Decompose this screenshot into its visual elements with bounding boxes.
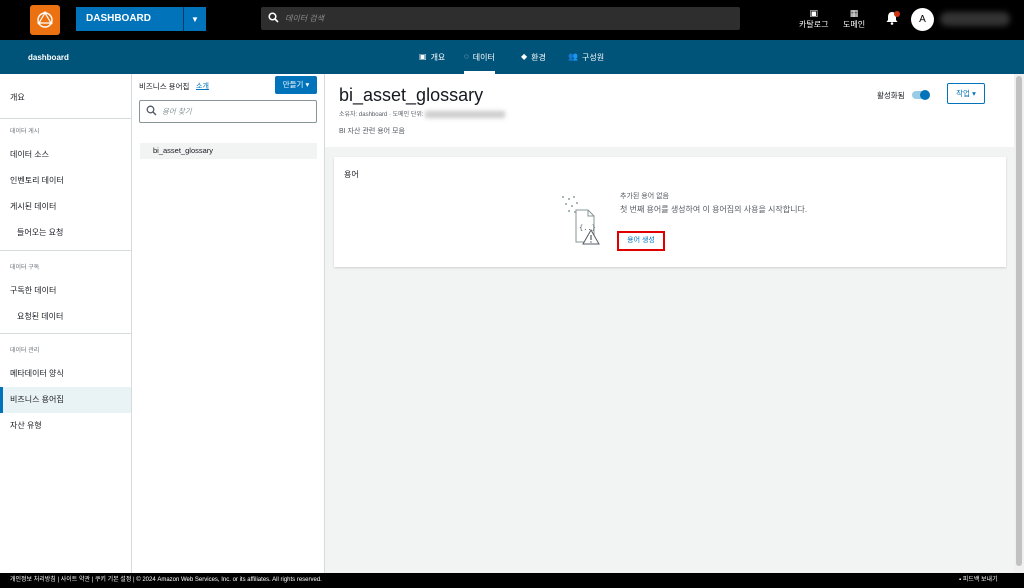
notification-badge (894, 11, 900, 17)
user-avatar[interactable]: A (911, 8, 934, 31)
footer-links[interactable]: 개인정보 처리방침 | 사이트 약관 | 쿠키 기본 설정 | © 2024 A… (10, 573, 322, 588)
catalog-icon: ▣ (809, 8, 818, 18)
catalog-nav[interactable]: ▣ 카탈로그 (799, 8, 828, 30)
sidebar-item-subscribed[interactable]: 구독한 데이터 (0, 278, 131, 304)
tab-overview-label: 개요 (430, 53, 446, 62)
project-name[interactable]: DASHBOARD (76, 7, 183, 31)
app-logo-icon[interactable] (30, 5, 60, 35)
sidebar-section-publish: 데이터 게시 (10, 129, 40, 135)
glossary-panel-title: 비즈니스 용어집 (139, 82, 190, 91)
domain-nav[interactable]: ▦ 도메인 (843, 8, 865, 30)
create-glossary-button[interactable]: 만들기 ▾ (275, 76, 317, 94)
glossary-list-panel: 비즈니스 용어집 소개 만들기 ▾ bi_asset_glossary (132, 74, 325, 573)
owner-label: 소유자: (339, 112, 358, 118)
page-footer: 개인정보 처리방침 | 사이트 약관 | 쿠키 기본 설정 | © 2024 A… (0, 573, 1024, 588)
domain-unit-redacted (425, 110, 506, 118)
enabled-toggle[interactable] (912, 90, 930, 100)
sidebar-section-manage: 데이터 관리 (10, 348, 40, 354)
caret-down-icon: ▾ (305, 80, 310, 89)
project-selector[interactable]: DASHBOARD ▼ (76, 7, 206, 31)
project-subnav: dashboard ▣ 개요 ◌ 데이터 ◆ 환경 👥 구성원 (0, 40, 1024, 74)
glossary-list-item[interactable]: bi_asset_glossary (140, 143, 317, 159)
glossary-owner: 소유자: dashboard · 도메인 단위: (339, 109, 506, 118)
sidebar-section-subscribe: 데이터 구독 (10, 265, 40, 271)
page-title: bi_asset_glossary (339, 85, 484, 105)
terms-card-title: 용어 (344, 170, 359, 179)
page-scrollbar[interactable] (1014, 74, 1024, 573)
sidebar-divider (0, 333, 131, 334)
feedback-link[interactable]: ▪ 피드백 보내기 (959, 573, 998, 588)
tab-members-label: 구성원 (581, 53, 605, 62)
domain-label: 도메인 (843, 20, 866, 29)
empty-state-description: 첫 번째 용어를 생성하여 이 용어집의 사용을 시작합니다. (620, 205, 808, 214)
glossary-intro-link[interactable]: 소개 (196, 81, 209, 91)
layers-icon: ◆ (521, 52, 528, 61)
refresh-icon: ◌ (464, 52, 469, 61)
tab-environment[interactable]: ◆ 환경 (521, 49, 546, 74)
tab-data[interactable]: ◌ 데이터 (464, 49, 495, 74)
create-term-button[interactable]: 용어 생성 (617, 231, 665, 251)
search-icon (146, 105, 157, 118)
domain-icon: ▦ (849, 8, 859, 18)
chevron-down-icon[interactable]: ▼ (183, 7, 206, 31)
user-name-redacted (940, 12, 1010, 26)
glossary-search-field[interactable] (139, 100, 317, 123)
data-search-bar[interactable] (261, 7, 740, 30)
domain-unit-label: 도메인 단위: (392, 112, 424, 118)
tab-overview[interactable]: ▣ 개요 (419, 49, 445, 74)
search-icon (268, 12, 279, 25)
sidebar-item-requested[interactable]: 요청된 데이터 (0, 304, 131, 330)
glossary-header: bi_asset_glossary 소유자: dashboard · 도메인 단… (325, 74, 1014, 147)
sidebar-item-business-glossary[interactable]: 비즈니스 용어집 (0, 387, 131, 413)
tab-members[interactable]: 👥 구성원 (568, 49, 604, 74)
data-search-input[interactable] (285, 7, 725, 30)
glossary-description: BI 자산 관련 용어 모음 (339, 128, 405, 135)
enabled-toggle-label: 활성화됨 (877, 91, 905, 100)
left-sidebar: 개요 데이터 게시 데이터 소스 인벤토리 데이터 게시된 데이터 들어오는 요… (0, 74, 132, 573)
tab-environment-label: 환경 (531, 53, 546, 62)
top-navigation-bar: DASHBOARD ▼ ▣ 카탈로그 ▦ 도메인 A (0, 0, 1024, 40)
sidebar-item-metadata-forms[interactable]: 메타데이터 양식 (0, 361, 131, 387)
create-button-label: 만들기 (282, 80, 304, 89)
svg-text:{..}: {..} (579, 224, 596, 232)
sidebar-item-inventory[interactable]: 인벤토리 데이터 (0, 168, 131, 194)
actions-button[interactable]: 작업 ▾ (947, 83, 985, 104)
tab-data-label: 데이터 (472, 53, 495, 62)
empty-document-warning-icon: {..} (559, 193, 604, 248)
glossary-detail: bi_asset_glossary 소유자: dashboard · 도메인 단… (325, 74, 1014, 573)
owner-value: dashboard (358, 112, 388, 118)
scrollbar-thumb[interactable] (1016, 76, 1022, 566)
empty-state-title: 추가된 용어 없음 (620, 193, 669, 200)
catalog-label: 카탈로그 (799, 20, 829, 29)
sidebar-divider (0, 250, 131, 251)
feedback-label: 피드백 보내기 (962, 577, 998, 583)
image-icon: ▣ (419, 52, 427, 61)
sidebar-item-overview[interactable]: 개요 (0, 85, 131, 111)
project-breadcrumb[interactable]: dashboard (28, 53, 69, 62)
caret-down-icon: ▾ (972, 89, 976, 98)
terms-card: 용어 {..} 추가된 용어 없음 첫 번째 용어를 생성하여 이 용어집의 사… (334, 157, 1006, 267)
sidebar-divider (0, 118, 131, 119)
sidebar-item-asset-types[interactable]: 자산 유형 (0, 413, 131, 439)
sidebar-item-incoming-requests[interactable]: 들어오는 요청 (0, 220, 131, 246)
sidebar-item-published[interactable]: 게시된 데이터 (0, 194, 131, 220)
users-icon: 👥 (568, 52, 578, 61)
actions-button-label: 작업 (956, 89, 970, 98)
sidebar-item-data-source[interactable]: 데이터 소스 (0, 142, 131, 168)
glossary-search-input[interactable] (162, 101, 312, 122)
